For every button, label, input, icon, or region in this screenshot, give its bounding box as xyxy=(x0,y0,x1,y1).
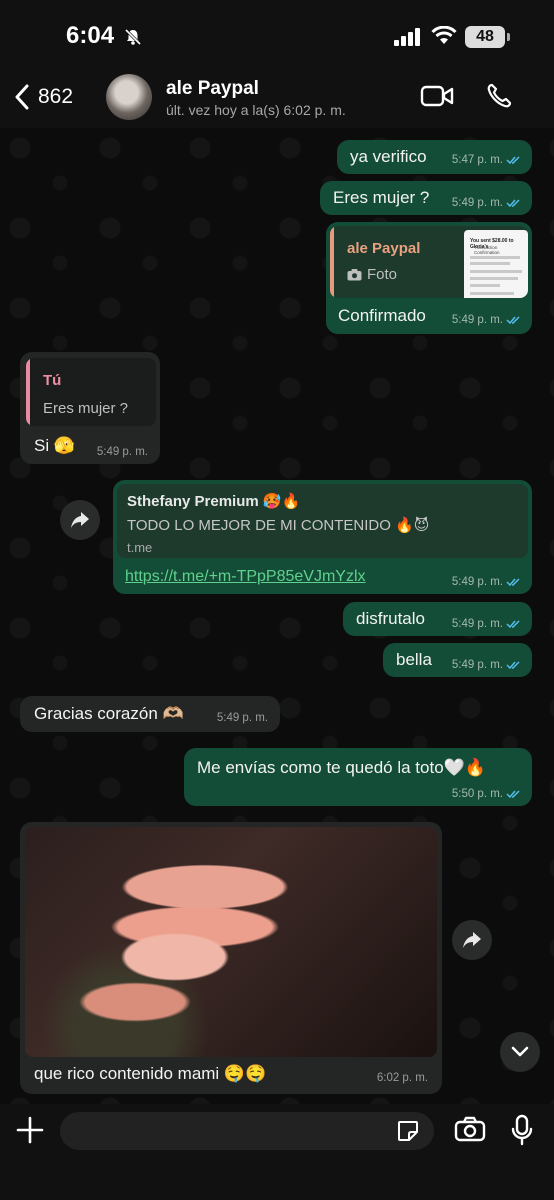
compose-bar xyxy=(0,1104,554,1200)
read-ticks-icon xyxy=(506,661,520,670)
message-time: 5:49 p. m. xyxy=(96,446,148,458)
read-ticks-icon xyxy=(506,156,520,165)
chevron-down-icon xyxy=(511,1046,529,1057)
preview-title: Sthefany Premium 🥵🔥 xyxy=(127,493,301,510)
status-bar: 6:04 48 xyxy=(0,0,554,72)
cellular-signal-icon xyxy=(394,28,420,46)
message-bubble-outgoing[interactable]: disfrutalo 5:49 p. m. xyxy=(343,602,532,636)
forward-button[interactable] xyxy=(452,920,492,960)
battery-icon: 48 xyxy=(465,26,505,48)
sticker-icon[interactable] xyxy=(396,1119,420,1143)
camera-small-icon xyxy=(347,268,362,280)
message-bubble-outgoing[interactable]: bella 5:49 p. m. xyxy=(383,643,532,677)
receipt-subtitle: Transaction Confirmation xyxy=(474,245,500,255)
clock: 6:04 xyxy=(66,22,115,49)
quote-sender: Tú xyxy=(43,372,62,389)
chevron-left-icon xyxy=(15,84,29,110)
message-bubble-outgoing[interactable]: ya verifico 5:47 p. m. xyxy=(337,140,532,174)
quoted-message[interactable]: Tú Eres mujer ? xyxy=(26,358,156,426)
quoted-message[interactable]: ale Paypal Foto You sent $28.00 to Glori… xyxy=(330,226,528,298)
message-time: 6:02 p. m. xyxy=(376,1072,428,1084)
message-time: 5:50 p. m. xyxy=(452,788,522,800)
quote-bar xyxy=(26,358,30,426)
message-time: 5:49 p. m. xyxy=(452,618,522,630)
chat-area[interactable]: ya verifico 5:47 p. m. Eres mujer ? 5:49… xyxy=(0,128,554,1104)
message-time: 5:49 p. m. xyxy=(216,712,268,724)
contact-name[interactable]: ale Paypal xyxy=(166,78,259,100)
receipt-thumbnail: You sent $28.00 to Gloria's Transaction … xyxy=(464,230,528,298)
message-text: Confirmado xyxy=(338,306,426,325)
message-link[interactable]: https://t.me/+m-TPpP85eVJmYzlx xyxy=(125,568,366,586)
message-text: Gracias corazón 🫶🏼 xyxy=(34,704,184,723)
plus-icon[interactable] xyxy=(16,1116,44,1144)
read-ticks-icon xyxy=(506,620,520,629)
read-ticks-icon xyxy=(506,199,520,208)
message-text: bella xyxy=(396,650,432,669)
unread-count: 862 xyxy=(38,85,74,108)
message-time: 5:49 p. m. xyxy=(452,197,522,209)
quote-bar xyxy=(330,226,334,298)
quote-text: Eres mujer ? xyxy=(43,400,129,417)
message-text: Si 🫣 xyxy=(34,436,76,455)
quote-text: Foto xyxy=(347,266,397,283)
message-bubble-incoming[interactable]: que rico contenido mami 🤤🤤 6:02 p. m. xyxy=(20,822,442,1094)
message-input[interactable] xyxy=(60,1112,434,1150)
message-bubble-outgoing[interactable]: Eres mujer ? 5:49 p. m. xyxy=(320,181,532,215)
wifi-icon xyxy=(431,26,457,44)
image-message[interactable] xyxy=(25,827,437,1057)
message-text: ya verifico xyxy=(350,147,427,166)
camera-icon[interactable] xyxy=(454,1116,486,1142)
message-bubble-outgoing[interactable]: Me envías como te quedó la toto🤍🔥 5:50 p… xyxy=(184,748,532,806)
avatar[interactable] xyxy=(106,74,152,120)
message-bubble-outgoing[interactable]: Sthefany Premium 🥵🔥 TODO LO MEJOR DE MI … xyxy=(113,480,532,594)
forward-arrow-icon xyxy=(71,512,89,528)
phone-icon[interactable] xyxy=(485,82,513,110)
forward-arrow-icon xyxy=(463,932,481,948)
microphone-icon[interactable] xyxy=(510,1114,534,1146)
message-time: 5:49 p. m. xyxy=(452,659,522,671)
bell-muted-icon xyxy=(124,28,142,46)
forward-button[interactable] xyxy=(60,500,100,540)
last-seen: últ. vez hoy a la(s) 6:02 p. m. xyxy=(166,102,346,118)
read-ticks-icon xyxy=(506,316,520,325)
message-time: 5:49 p. m. xyxy=(452,314,522,326)
read-ticks-icon xyxy=(506,790,520,799)
message-text: disfrutalo xyxy=(356,609,425,628)
message-text: Eres mujer ? xyxy=(333,188,430,207)
link-preview[interactable]: Sthefany Premium 🥵🔥 TODO LO MEJOR DE MI … xyxy=(117,484,528,558)
message-time: 5:49 p. m. xyxy=(452,576,522,588)
chat-header: 862 ale Paypal últ. vez hoy a la(s) 6:02… xyxy=(0,72,554,128)
message-text: Me envías como te quedó la toto🤍🔥 xyxy=(197,758,486,777)
video-call-icon[interactable] xyxy=(420,84,454,108)
scroll-to-bottom-button[interactable] xyxy=(500,1032,540,1072)
preview-domain: t.me xyxy=(127,540,153,555)
message-text: que rico contenido mami 🤤🤤 xyxy=(34,1064,267,1083)
message-bubble-outgoing[interactable]: ale Paypal Foto You sent $28.00 to Glori… xyxy=(326,222,532,334)
preview-description: TODO LO MEJOR DE MI CONTENIDO 🔥😈 xyxy=(127,517,430,534)
message-time: 5:47 p. m. xyxy=(452,154,522,166)
message-bubble-incoming[interactable]: Gracias corazón 🫶🏼 5:49 p. m. xyxy=(20,696,280,732)
quote-sender: ale Paypal xyxy=(347,240,421,257)
read-ticks-icon xyxy=(506,578,520,587)
battery-tip xyxy=(507,33,510,41)
message-bubble-incoming[interactable]: Tú Eres mujer ? Si 🫣 5:49 p. m. xyxy=(20,352,160,464)
back-button[interactable]: 862 xyxy=(14,84,73,110)
